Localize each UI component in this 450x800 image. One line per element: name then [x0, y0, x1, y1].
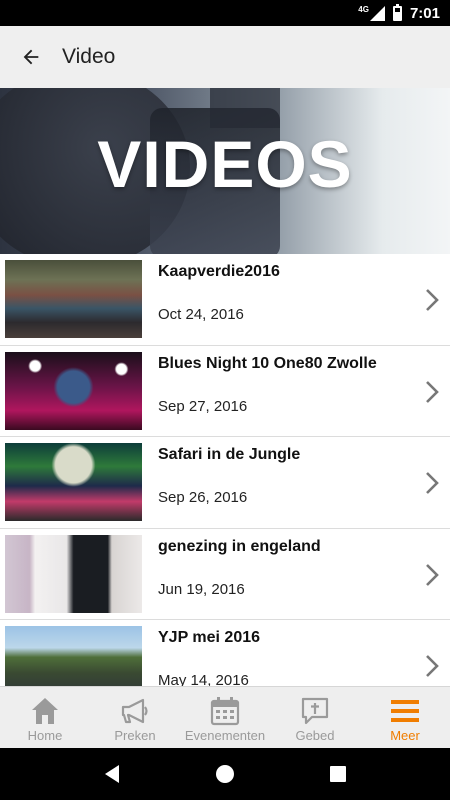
back-button[interactable] — [0, 26, 62, 88]
nav-home[interactable]: Home — [0, 687, 90, 748]
nav-label: Home — [27, 728, 63, 743]
nav-meer[interactable]: Meer — [360, 687, 450, 748]
triangle-back-icon — [104, 765, 119, 783]
menu-icon — [391, 700, 419, 722]
chevron-right-icon — [426, 289, 439, 311]
bottom-navigation: Home Preken Evenementen Gebed Meer — [0, 686, 450, 748]
video-date: May 14, 2016 — [158, 672, 249, 686]
video-list: Kaapverdie2016 Oct 24, 2016 Blues Night … — [0, 254, 450, 686]
page-title: Video — [62, 45, 116, 68]
home-icon — [32, 698, 58, 724]
square-recents-icon — [330, 766, 347, 782]
system-recents-button[interactable] — [323, 759, 353, 789]
megaphone-icon — [121, 698, 148, 724]
video-date: Jun 19, 2016 — [158, 580, 245, 598]
chevron-right-icon — [426, 472, 439, 494]
nav-label: Meer — [390, 728, 420, 743]
chevron-right-icon — [426, 563, 439, 586]
video-title: Blues Night 10 One80 Zwolle — [158, 354, 377, 372]
video-date: Sep 26, 2016 — [158, 489, 248, 506]
arrow-left-icon — [23, 49, 39, 65]
nav-preken[interactable]: Preken — [90, 687, 180, 748]
video-date: Oct 24, 2016 — [158, 306, 244, 323]
status-time: 7:01 — [409, 4, 440, 22]
app-toolbar: Video — [0, 26, 450, 88]
video-list-item[interactable]: Blues Night 10 One80 Zwolle Sep 27, 2016 — [0, 346, 450, 437]
video-thumbnail — [5, 626, 142, 686]
system-home-button[interactable] — [210, 759, 240, 789]
nav-label: Gebed — [295, 728, 335, 743]
video-list-item[interactable]: genezing in engeland Jun 19, 2016 — [0, 529, 450, 620]
banner-photo-camera-top — [210, 88, 280, 128]
status-bar: 4G 7:01 — [0, 0, 450, 26]
nav-gebed[interactable]: Gebed — [270, 687, 360, 748]
system-back-button[interactable] — [97, 759, 127, 789]
calendar-icon — [210, 697, 240, 726]
chevron-right-icon — [426, 655, 439, 677]
banner-title: VIDEOS — [97, 127, 353, 201]
video-title: genezing in engeland — [158, 537, 321, 555]
video-date: Sep 27, 2016 — [158, 397, 248, 415]
videos-banner: VIDEOS — [0, 88, 450, 254]
signal-icon — [369, 5, 385, 21]
video-title: Safari in de Jungle — [158, 446, 301, 463]
video-thumbnail — [5, 351, 142, 430]
nav-evenementen[interactable]: Evenementen — [180, 687, 270, 748]
prayer-bubble-icon — [301, 697, 329, 725]
circle-home-icon — [215, 765, 234, 783]
system-navigation-bar — [0, 748, 450, 800]
nav-label: Evenementen — [184, 728, 266, 743]
battery-icon — [392, 3, 402, 21]
video-thumbnail — [5, 443, 142, 521]
chevron-right-icon — [426, 380, 439, 403]
video-list-item[interactable]: Kaapverdie2016 Oct 24, 2016 — [0, 254, 450, 346]
video-title: YJP mei 2016 — [158, 629, 261, 646]
video-thumbnail — [5, 260, 142, 338]
network-type: 4G — [358, 5, 369, 14]
video-list-item[interactable]: YJP mei 2016 May 14, 2016 — [0, 620, 450, 686]
nav-label: Preken — [114, 728, 156, 743]
video-thumbnail — [5, 534, 142, 613]
video-list-item[interactable]: Safari in de Jungle Sep 26, 2016 — [0, 437, 450, 529]
video-title: Kaapverdie2016 — [158, 263, 280, 280]
